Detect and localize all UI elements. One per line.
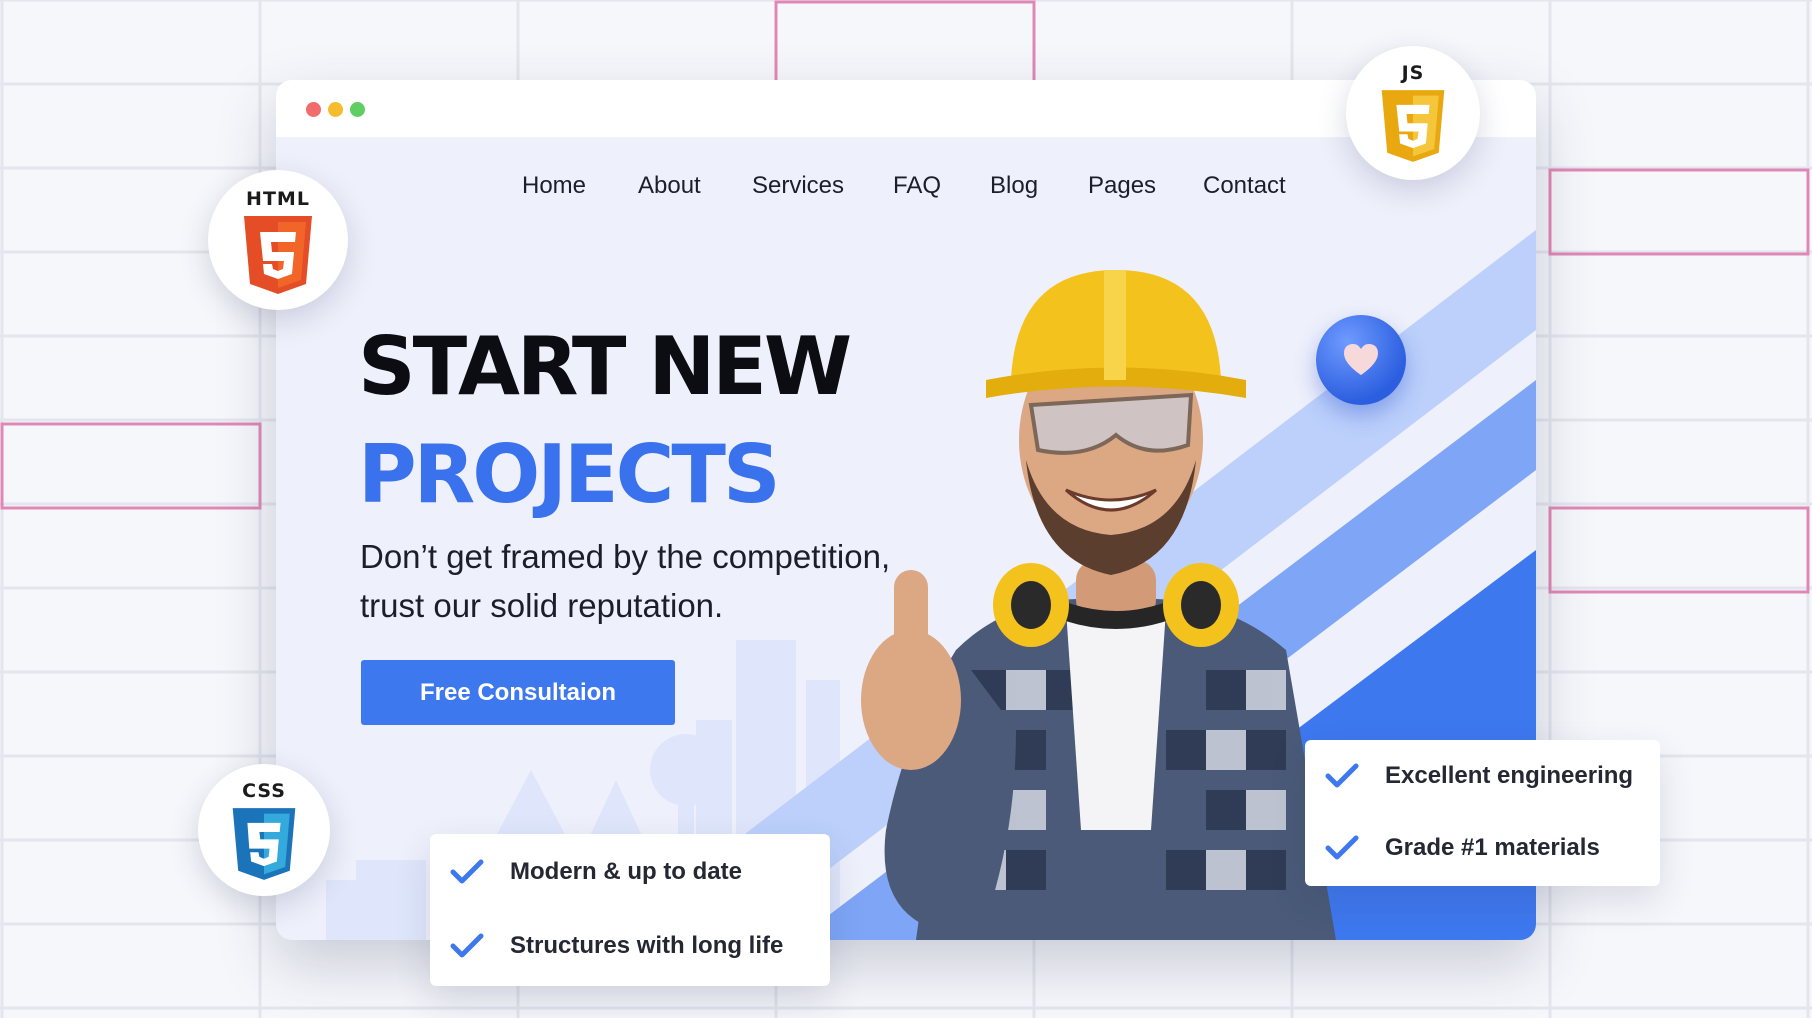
check-icon bbox=[450, 933, 484, 958]
html5-shield-icon bbox=[244, 216, 312, 294]
nav-item-contact[interactable]: Contact bbox=[1203, 166, 1286, 206]
heart-bubble bbox=[1316, 315, 1406, 405]
feature-item: Grade #1 materials bbox=[1325, 828, 1600, 868]
html-badge-label: HTML bbox=[246, 188, 310, 210]
main-nav: Home About Services FAQ Blog Pages Conta… bbox=[276, 166, 1536, 206]
check-icon bbox=[1325, 835, 1359, 860]
feature-label: Grade #1 materials bbox=[1385, 834, 1600, 861]
feature-card-right: Excellent engineering Grade #1 materials bbox=[1305, 740, 1660, 886]
nav-item-about[interactable]: About bbox=[638, 166, 701, 206]
free-consultation-button[interactable]: Free Consultaion bbox=[361, 660, 675, 725]
js-shield-icon bbox=[1381, 90, 1445, 162]
hero-headline-line2: PROJECTS bbox=[358, 428, 781, 521]
css-badge: CSS bbox=[198, 764, 330, 896]
nav-item-pages[interactable]: Pages bbox=[1088, 166, 1156, 206]
nav-item-home[interactable]: Home bbox=[522, 166, 586, 206]
js-badge: JS bbox=[1346, 46, 1480, 180]
feature-item: Structures with long life bbox=[450, 926, 783, 966]
nav-item-blog[interactable]: Blog bbox=[990, 166, 1038, 206]
construction-worker-illustration bbox=[861, 270, 1336, 940]
hero-subtitle-line2: trust our solid reputation. bbox=[360, 587, 724, 624]
feature-label: Structures with long life bbox=[510, 932, 784, 959]
check-icon bbox=[450, 859, 484, 884]
nav-item-services[interactable]: Services bbox=[752, 166, 844, 206]
js-badge-label: JS bbox=[1401, 62, 1425, 84]
css3-shield-icon bbox=[232, 808, 296, 880]
feature-label: Excellent engineering bbox=[1385, 762, 1634, 789]
check-icon bbox=[1325, 763, 1359, 788]
feature-label: Modern & up to date bbox=[510, 858, 742, 885]
feature-item: Modern & up to date bbox=[450, 852, 742, 892]
html-badge: HTML bbox=[208, 170, 348, 310]
feature-item: Excellent engineering bbox=[1325, 756, 1633, 796]
hero-subtitle-line1: Don’t get framed by the competition, bbox=[360, 538, 891, 575]
css-badge-label: CSS bbox=[242, 780, 286, 802]
nav-item-faq[interactable]: FAQ bbox=[893, 166, 941, 206]
hero-headline-line1: START NEW bbox=[358, 320, 852, 413]
heart-icon bbox=[1344, 344, 1378, 375]
feature-card-left: Modern & up to date Structures with long… bbox=[430, 834, 830, 986]
